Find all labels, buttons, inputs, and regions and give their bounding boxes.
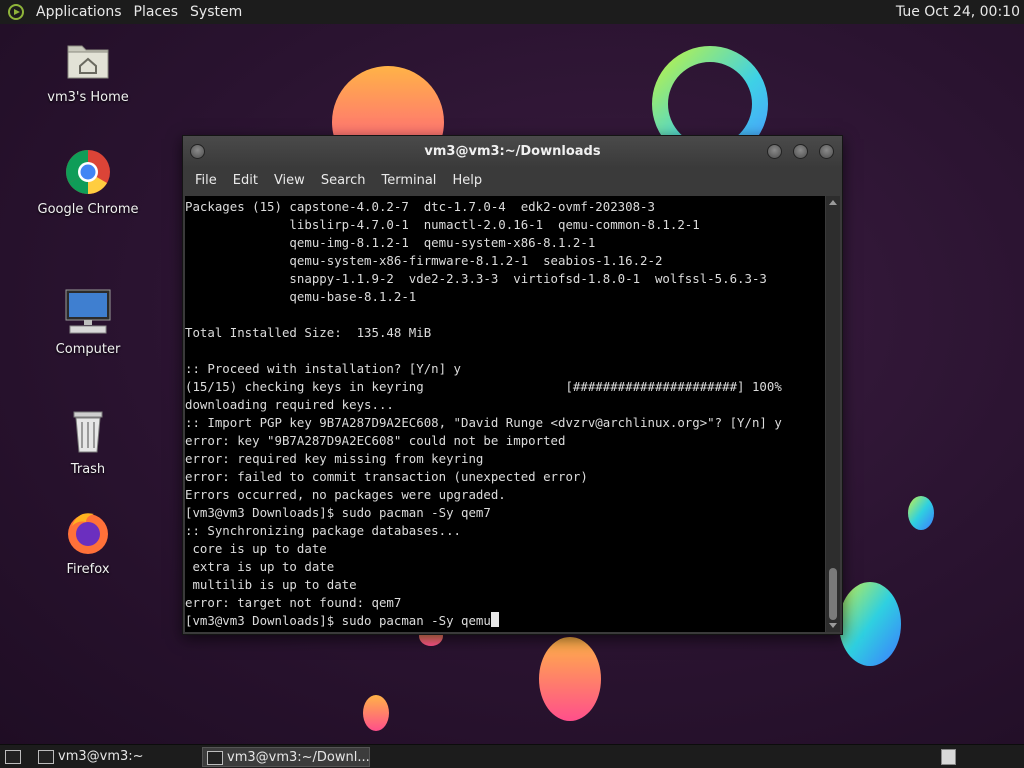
taskbar-item-label: vm3@vm3:~/Downl...	[227, 750, 370, 765]
menu-file[interactable]: File	[187, 173, 225, 188]
terminal-line: Packages (15) capstone-4.0.2-7 dtc-1.7.0…	[185, 199, 655, 214]
text-cursor	[490, 612, 499, 627]
menu-terminal[interactable]: Terminal	[373, 173, 444, 188]
top-panel: Applications Places System Tue Oct 24, 0…	[0, 0, 1024, 25]
desktop-icon-label: Firefox	[66, 562, 110, 577]
terminal-line: extra is up to date	[185, 559, 335, 574]
show-desktop-button[interactable]	[2, 747, 24, 767]
maximize-button[interactable]	[793, 144, 808, 159]
desktop-icon-chrome[interactable]: Google Chrome	[33, 148, 143, 217]
desktop-icon-label: Google Chrome	[37, 202, 139, 217]
menu-system[interactable]: System	[184, 0, 248, 24]
terminal-line: snappy-1.1.9-2 vde2-2.3.3-3 virtiofsd-1.…	[185, 271, 767, 286]
terminal-line: [vm3@vm3 Downloads]$ sudo pacman -Sy qem…	[185, 505, 491, 520]
terminal-window[interactable]: vm3@vm3:~/Downloads File Edit View Searc…	[182, 135, 843, 635]
scrollbar-thumb[interactable]	[829, 568, 837, 620]
menu-search[interactable]: Search	[313, 173, 374, 188]
terminal-titlebar[interactable]: vm3@vm3:~/Downloads	[183, 136, 842, 168]
terminal-line: :: Synchronizing package databases...	[185, 523, 462, 538]
window-menu-button[interactable]	[190, 144, 205, 159]
distro-logo-icon[interactable]	[8, 4, 24, 20]
chrome-icon	[64, 148, 112, 196]
menu-places[interactable]: Places	[128, 0, 185, 24]
desktop-icon-home[interactable]: vm3's Home	[33, 36, 143, 105]
terminal-scrollbar[interactable]	[826, 196, 840, 632]
taskbar-item-label: vm3@vm3:~	[58, 749, 144, 764]
terminal-prompt-line[interactable]: [vm3@vm3 Downloads]$ sudo pacman -Sy qem…	[185, 612, 825, 630]
scroll-down-icon[interactable]	[829, 623, 837, 628]
bottom-panel: vm3@vm3:~ vm3@vm3:~/Downl...	[0, 744, 1024, 768]
deco-blue-oval	[839, 582, 901, 666]
menu-view[interactable]: View	[266, 173, 313, 188]
terminal-line: error: target not found: qem7	[185, 595, 402, 610]
deco-orange-oval	[539, 637, 601, 721]
computer-icon	[64, 288, 112, 336]
terminal-line: qemu-base-8.1.2-1	[185, 289, 417, 304]
terminal-line: error: key "9B7A287D9A2EC608" could not …	[185, 433, 566, 448]
terminal-line: :: Proceed with installation? [Y/n] y	[185, 361, 462, 376]
firefox-icon	[64, 508, 112, 556]
terminal-line: error: required key missing from keyring	[185, 451, 484, 466]
terminal-input[interactable]: [vm3@vm3 Downloads]$ sudo pacman -Sy qem…	[185, 613, 491, 628]
terminal-line: Total Installed Size: 135.48 MiB	[185, 325, 432, 340]
close-button[interactable]	[819, 144, 834, 159]
terminal-line: Errors occurred, no packages were upgrad…	[185, 487, 506, 502]
terminal-icon	[38, 750, 54, 764]
desktop-icon-label: Computer	[55, 342, 121, 357]
terminal-output[interactable]: Packages (15) capstone-4.0.2-7 dtc-1.7.0…	[185, 196, 825, 632]
scroll-up-icon[interactable]	[829, 200, 837, 205]
terminal-line: error: failed to commit transaction (une…	[185, 469, 588, 484]
minimize-button[interactable]	[767, 144, 782, 159]
terminal-icon	[207, 751, 223, 765]
terminal-menubar: File Edit View Search Terminal Help	[183, 168, 842, 192]
menu-help[interactable]: Help	[444, 173, 490, 188]
home-folder-icon	[64, 36, 112, 84]
window-title: vm3@vm3:~/Downloads	[424, 144, 601, 159]
taskbar-item[interactable]: vm3@vm3:~	[34, 747, 194, 767]
terminal-line: (15/15) checking keys in keyring [######…	[185, 379, 782, 394]
show-desktop-icon	[5, 750, 21, 764]
desktop-icon-label: vm3's Home	[47, 90, 129, 105]
desktop-icon-firefox[interactable]: Firefox	[33, 508, 143, 577]
trash-icon	[64, 408, 112, 456]
terminal-line: :: Import PGP key 9B7A287D9A2EC608, "Dav…	[185, 415, 782, 430]
terminal-line: qemu-system-x86-firmware-8.1.2-1 seabios…	[185, 253, 663, 268]
terminal-line: libslirp-4.7.0-1 numactl-2.0.16-1 qemu-c…	[185, 217, 700, 232]
desktop-icon-computer[interactable]: Computer	[33, 288, 143, 357]
deco-small-blue	[908, 496, 934, 530]
terminal-line: qemu-img-8.1.2-1 qemu-system-x86-8.1.2-1	[185, 235, 596, 250]
terminal-line: multilib is up to date	[185, 577, 357, 592]
desktop-icon-label: Trash	[70, 462, 106, 477]
terminal-line: downloading required keys...	[185, 397, 394, 412]
deco-small-orange	[363, 695, 389, 731]
clock[interactable]: Tue Oct 24, 00:10	[896, 0, 1020, 24]
menu-edit[interactable]: Edit	[225, 173, 266, 188]
taskbar-item-active[interactable]: vm3@vm3:~/Downl...	[202, 747, 370, 767]
workspace-switcher[interactable]	[941, 749, 956, 765]
desktop-icon-trash[interactable]: Trash	[33, 408, 143, 477]
terminal-line: core is up to date	[185, 541, 327, 556]
menu-applications[interactable]: Applications	[30, 0, 128, 24]
